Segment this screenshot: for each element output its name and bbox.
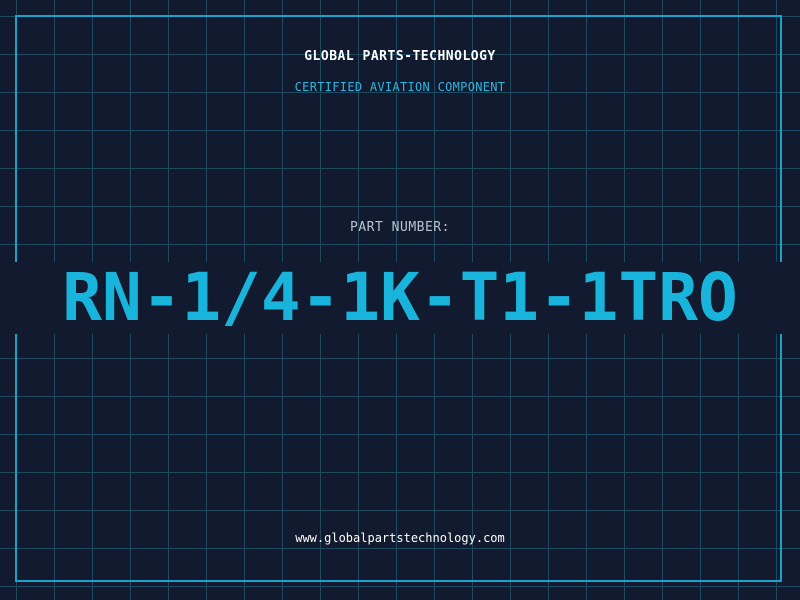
certification-subtitle: CERTIFIED AVIATION COMPONENT [294,80,506,94]
company-name: GLOBAL PARTS-TECHNOLOGY [304,49,496,64]
website-url: www.globalpartstechnology.com [295,531,505,545]
part-number-value: RN-1/4-1K-T1-1TRO [62,259,738,336]
part-number-label: PART NUMBER: [350,220,450,235]
part-card: GLOBAL PARTS-TECHNOLOGY CERTIFIED AVIATI… [0,0,800,600]
